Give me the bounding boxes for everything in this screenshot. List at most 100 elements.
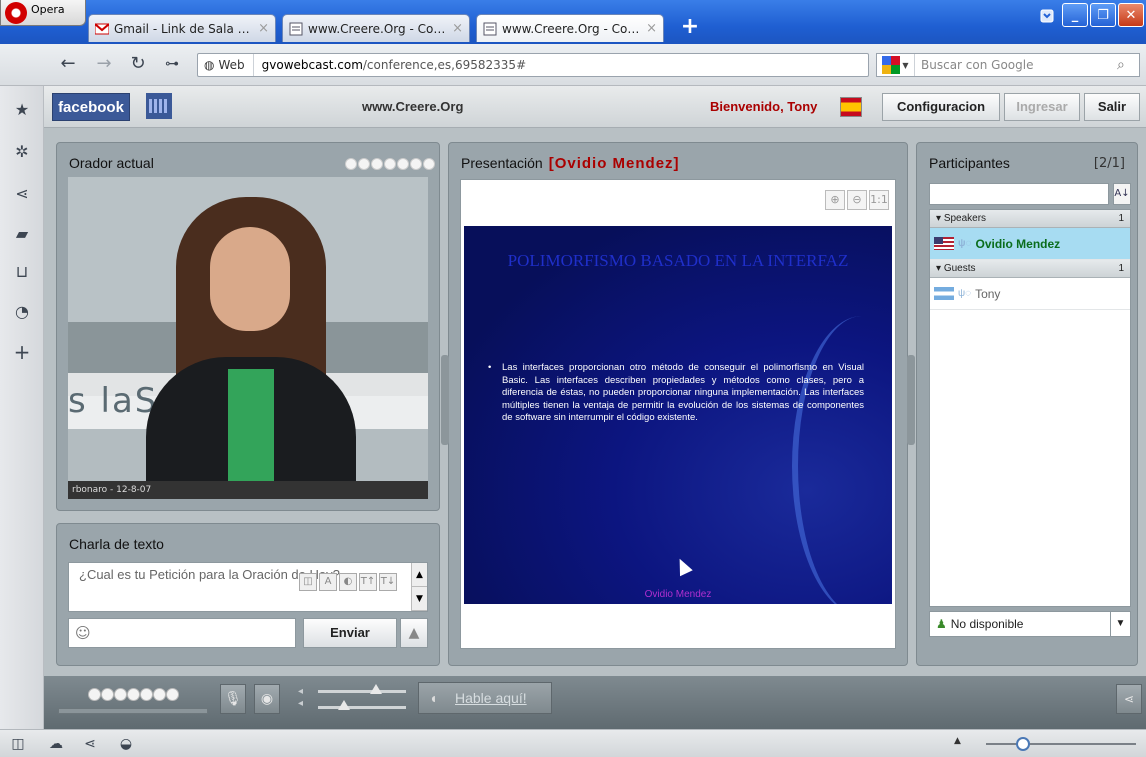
browser-tab-conference-active[interactable]: www.Creere.Org - Conf... × xyxy=(476,14,664,42)
participant-search-input[interactable] xyxy=(929,183,1109,205)
new-tab-plus-icon[interactable]: + xyxy=(680,16,700,38)
history-clock-icon[interactable]: ◔ xyxy=(12,302,32,322)
chat-scrollbar[interactable]: ▲ ▼ xyxy=(411,563,427,611)
reload-icon[interactable]: ↻ xyxy=(126,52,150,76)
closed-tabs-trash-icon[interactable] xyxy=(1034,3,1060,27)
font-icon[interactable]: A xyxy=(319,573,337,591)
browser-side-panel: ★ ✲ ⋖ ▰ ⊔ ◔ + xyxy=(0,86,44,729)
close-tab-icon[interactable]: × xyxy=(452,21,463,36)
mic-volume-slider[interactable] xyxy=(318,684,406,694)
site-info-label: Web xyxy=(218,58,245,72)
transfers-icon[interactable]: ⊔ xyxy=(12,262,32,282)
unite-icon[interactable]: ⋖ xyxy=(80,734,100,754)
speaker-panel-title: Orador actual xyxy=(69,155,154,171)
close-tab-icon[interactable]: × xyxy=(646,21,657,36)
availability-status-select[interactable]: ♟ No disponible ▼ xyxy=(929,611,1131,637)
window-controls: _ ❐ ✕ xyxy=(1034,0,1146,30)
browser-tab-gmail[interactable]: Gmail - Link de Sala para ... × xyxy=(88,14,276,42)
address-field[interactable]: ◍ Web gvowebcast.com/conference,es,69582… xyxy=(197,53,869,77)
close-window-icon[interactable]: ✕ xyxy=(1118,3,1144,27)
scroll-up-icon[interactable]: ▲ xyxy=(412,563,427,587)
speaker-video[interactable]: s laS xta|N rbonaro - 12-8-07 xyxy=(68,177,428,499)
chat-panel-title: Charla de texto xyxy=(69,536,164,552)
speaker-volume-slider[interactable] xyxy=(318,700,406,710)
widgets-gear-icon[interactable]: ✲ xyxy=(12,142,32,162)
scroll-down-icon[interactable]: ▼ xyxy=(412,587,427,611)
settings-button[interactable]: Configuracion xyxy=(882,93,1000,121)
cloud-icon[interactable]: ☁ xyxy=(46,734,66,754)
app-header: facebook www.Creere.Org Bienvenido, Tony… xyxy=(44,86,1146,128)
page-zoom-slider[interactable]: ▲ xyxy=(950,736,1140,752)
minimize-window-icon[interactable]: _ xyxy=(1062,3,1088,27)
format-buttons: ◫ A ◐ T↑ T↓ xyxy=(299,573,397,591)
globe-icon: ◍ xyxy=(204,58,215,72)
text-size-down-icon[interactable]: T↓ xyxy=(379,573,397,591)
login-button[interactable]: Ingresar xyxy=(1004,93,1080,121)
opera-menu-button[interactable]: Opera xyxy=(0,0,86,26)
back-arrow-icon[interactable]: ← xyxy=(56,52,80,76)
volume-icons: ◂ ◂ xyxy=(298,686,304,709)
exit-button[interactable]: Salir xyxy=(1084,93,1140,121)
participant-row[interactable]: ψ◌ Ovidio Mendez xyxy=(930,228,1130,260)
mic-camera-icon: ψ◌ xyxy=(958,238,972,249)
facebook-button[interactable]: facebook xyxy=(52,93,130,121)
webcam-button[interactable]: ◉ xyxy=(254,684,280,714)
close-tab-icon[interactable]: × xyxy=(258,21,269,36)
talk-here-label: Hable aquí! xyxy=(455,690,527,706)
zoom-controls: ⊕ ⊖ 1:1 xyxy=(825,190,889,210)
participant-row[interactable]: ψ◌ Tony xyxy=(930,278,1130,310)
zoom-up-icon: ▲ xyxy=(954,736,961,746)
status-value: No disponible xyxy=(950,617,1024,631)
share-icon[interactable]: ⋖ xyxy=(1116,684,1142,714)
collapse-left-handle[interactable] xyxy=(441,355,449,445)
presentation-slide[interactable]: POLIMORFISMO BASADO EN LA INTERFAZ Las i… xyxy=(464,226,892,604)
color-icon[interactable]: ◐ xyxy=(339,573,357,591)
group-label: ▾ Guests xyxy=(936,263,976,274)
text-chat-panel: Charla de texto ¿Cual es tu Petición par… xyxy=(56,523,440,666)
key-icon[interactable]: ⊶ xyxy=(160,52,184,76)
send-button[interactable]: Enviar xyxy=(303,618,397,648)
slide-author: Ovidio Mendez xyxy=(644,589,712,600)
notes-icon[interactable]: ▰ xyxy=(12,224,32,244)
talk-here-button[interactable]: ◖ Hable aquí! xyxy=(418,682,552,714)
alert-bell-button[interactable]: ▲ xyxy=(400,618,428,648)
unite-share-icon[interactable]: ⋖ xyxy=(12,184,32,204)
presentation-title: Presentación xyxy=(461,155,543,171)
zoom-reset-button[interactable]: 1:1 xyxy=(869,190,889,210)
forward-arrow-icon[interactable]: → xyxy=(92,52,116,76)
browser-tab-conference[interactable]: www.Creere.Org - Conf... × xyxy=(282,14,470,42)
emoticon-button[interactable]: ☺ xyxy=(68,618,296,648)
facebook-share-icon[interactable] xyxy=(146,93,172,119)
url-path: /conference,es,69582335# xyxy=(362,58,527,72)
turbo-icon[interactable]: ◒ xyxy=(116,734,136,754)
restore-window-icon[interactable]: ❐ xyxy=(1090,3,1116,27)
text-size-up-icon[interactable]: T↑ xyxy=(359,573,377,591)
zoom-out-icon[interactable]: ⊖ xyxy=(847,190,867,210)
search-engine-selector[interactable]: ▼ xyxy=(877,54,915,76)
collapse-right-handle[interactable] xyxy=(907,355,915,445)
microphone-button[interactable]: 🎙 xyxy=(220,684,246,714)
argentina-flag-icon xyxy=(934,287,954,300)
panel-toggle-icon[interactable]: ◫ xyxy=(8,734,28,754)
group-label: ▾ Speakers xyxy=(936,213,987,224)
tab-title: www.Creere.Org - Conf... xyxy=(502,21,642,36)
site-info-badge[interactable]: ◍ Web xyxy=(198,54,254,76)
site-title: www.Creere.Org xyxy=(362,99,464,114)
format-box-icon[interactable]: ◫ xyxy=(299,573,317,591)
group-header-speakers[interactable]: ▾ Speakers 1 xyxy=(930,210,1130,228)
sort-az-icon[interactable]: A↓ xyxy=(1113,183,1131,205)
google-icon xyxy=(882,56,901,74)
zoom-slider-knob[interactable] xyxy=(1016,737,1030,751)
group-header-guests[interactable]: ▾ Guests 1 xyxy=(930,260,1130,278)
search-icon[interactable]: ⌕ xyxy=(1117,57,1139,73)
search-placeholder: Buscar con Google xyxy=(921,58,1034,72)
presenter-name: [Ovidio Mendez] xyxy=(548,155,680,172)
spain-flag-icon[interactable] xyxy=(840,97,862,117)
search-field[interactable]: ▼ Buscar con Google ⌕ xyxy=(876,53,1140,77)
zoom-in-icon[interactable]: ⊕ xyxy=(825,190,845,210)
speech-icon: ◖ xyxy=(429,690,438,706)
bookmarks-star-icon[interactable]: ★ xyxy=(12,100,32,120)
chat-input-box: ¿Cual es tu Petición para la Oración de … xyxy=(68,562,428,612)
add-panel-plus-icon[interactable]: + xyxy=(12,342,32,362)
opera-menu-label: Opera xyxy=(31,3,65,16)
